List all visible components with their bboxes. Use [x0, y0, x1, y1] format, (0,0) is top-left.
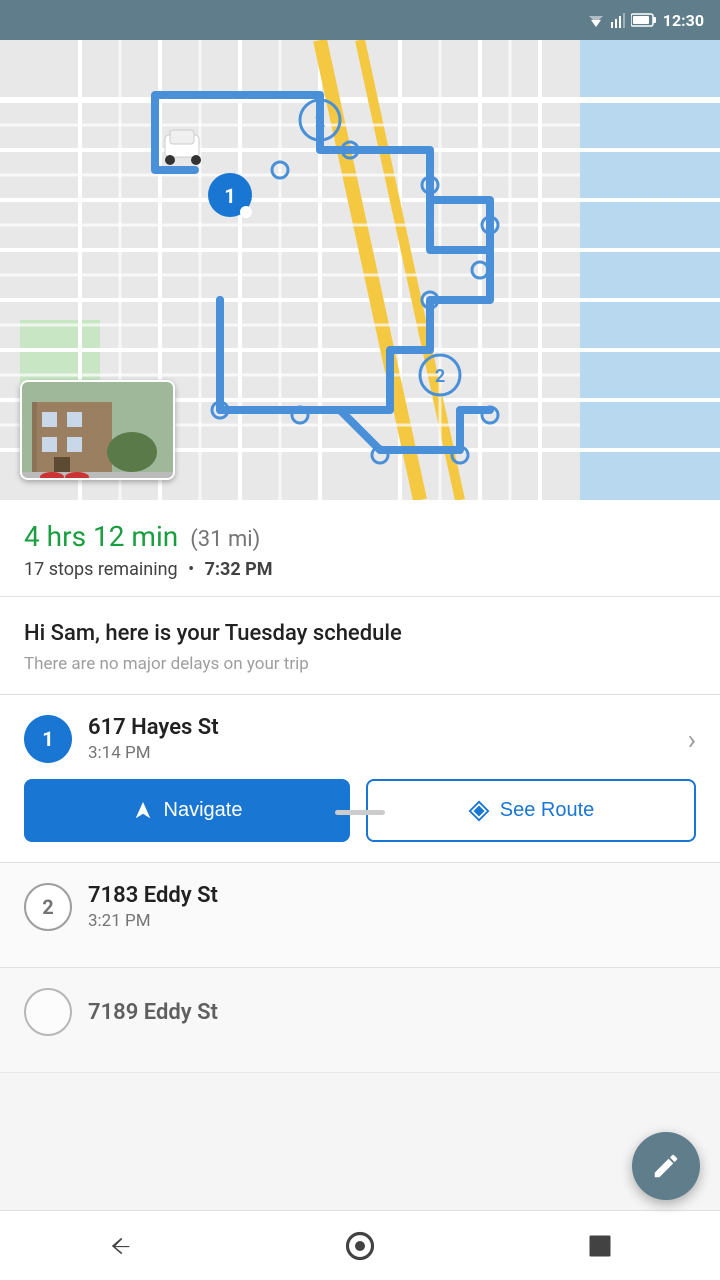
- stop-header-2[interactable]: 2 7183 Eddy St 3:21 PM: [24, 883, 696, 931]
- svg-text:2: 2: [315, 111, 325, 132]
- stop-header-1[interactable]: 1 617 Hayes St 3:14 PM ›: [24, 715, 696, 763]
- route-icon: [468, 800, 490, 822]
- greeting-subtitle: There are no major delays on your trip: [24, 654, 696, 674]
- greeting-title: Hi Sam, here is your Tuesday schedule: [24, 621, 696, 646]
- stop-item-3: 7189 Eddy St: [0, 968, 720, 1073]
- street-view-thumbnail[interactable]: [20, 380, 175, 480]
- stop-address-group-1: 617 Hayes St 3:14 PM: [88, 715, 219, 763]
- see-route-button[interactable]: See Route: [366, 779, 696, 842]
- status-icons: 12:30: [587, 11, 704, 30]
- stop-address-1: 617 Hayes St: [88, 715, 219, 740]
- stop-nav-button[interactable]: [570, 1216, 630, 1276]
- navigate-button[interactable]: Navigate: [24, 779, 350, 842]
- home-icon: [345, 1231, 375, 1261]
- svg-text:2: 2: [435, 366, 445, 387]
- stop-left-3: 7189 Eddy St: [24, 988, 696, 1036]
- stop-time-1: 3:14 PM: [88, 743, 219, 763]
- bottom-nav: [0, 1210, 720, 1280]
- distance-text: (31 mi): [190, 527, 260, 552]
- back-nav-button[interactable]: [90, 1216, 150, 1276]
- stop-item-2: 2 7183 Eddy St 3:21 PM: [0, 863, 720, 968]
- stop-address-2: 7183 Eddy St: [88, 883, 218, 908]
- signal-icon: [611, 12, 625, 28]
- navigate-button-label: Navigate: [164, 799, 243, 822]
- stops-info: 17 stops remaining • 7:32 PM: [24, 559, 696, 580]
- status-bar: 12:30: [0, 0, 720, 40]
- time-info: 4 hrs 12 min (31 mi): [24, 520, 696, 553]
- chevron-right-icon-1[interactable]: ›: [680, 723, 696, 756]
- home-nav-button[interactable]: [330, 1216, 390, 1276]
- stop-icon: [586, 1232, 614, 1260]
- stop-item-1: 1 617 Hayes St 3:14 PM › Navigate See Ro…: [0, 695, 720, 863]
- duration-text: 4 hrs 12 min: [24, 520, 178, 553]
- navigate-icon: [132, 800, 154, 822]
- stops-remaining: 17 stops remaining: [24, 559, 178, 580]
- dot-separator: •: [188, 559, 194, 580]
- drag-handle[interactable]: [335, 810, 385, 815]
- stop-address-group-3: 7189 Eddy St: [88, 1000, 218, 1025]
- stop-number-3: [24, 988, 72, 1036]
- greeting-section: Hi Sam, here is your Tuesday schedule Th…: [0, 597, 720, 695]
- wifi-icon: [587, 13, 605, 27]
- see-route-button-label: See Route: [500, 799, 595, 822]
- arrival-time: 7:32 PM: [205, 559, 273, 580]
- battery-icon: [631, 13, 657, 27]
- stop-number-1: 1: [24, 715, 72, 763]
- stop-number-2: 2: [24, 883, 72, 931]
- edit-icon: [651, 1151, 681, 1181]
- fab-edit-button[interactable]: [632, 1132, 700, 1200]
- svg-text:1: 1: [224, 184, 235, 208]
- info-panel: 4 hrs 12 min (31 mi) 17 stops remaining …: [0, 500, 720, 597]
- map-view[interactable]: 2 2 1: [0, 40, 720, 500]
- status-time: 12:30: [663, 11, 704, 30]
- stop-left-2: 2 7183 Eddy St 3:21 PM: [24, 883, 696, 931]
- stop-address-3: 7189 Eddy St: [88, 1000, 218, 1025]
- stop-time-2: 3:21 PM: [88, 911, 218, 931]
- stop-header-3: 7189 Eddy St: [24, 988, 696, 1036]
- stop-address-group-2: 7183 Eddy St 3:21 PM: [88, 883, 218, 931]
- stop-left-1: 1 617 Hayes St 3:14 PM: [24, 715, 680, 763]
- back-icon: [106, 1232, 134, 1260]
